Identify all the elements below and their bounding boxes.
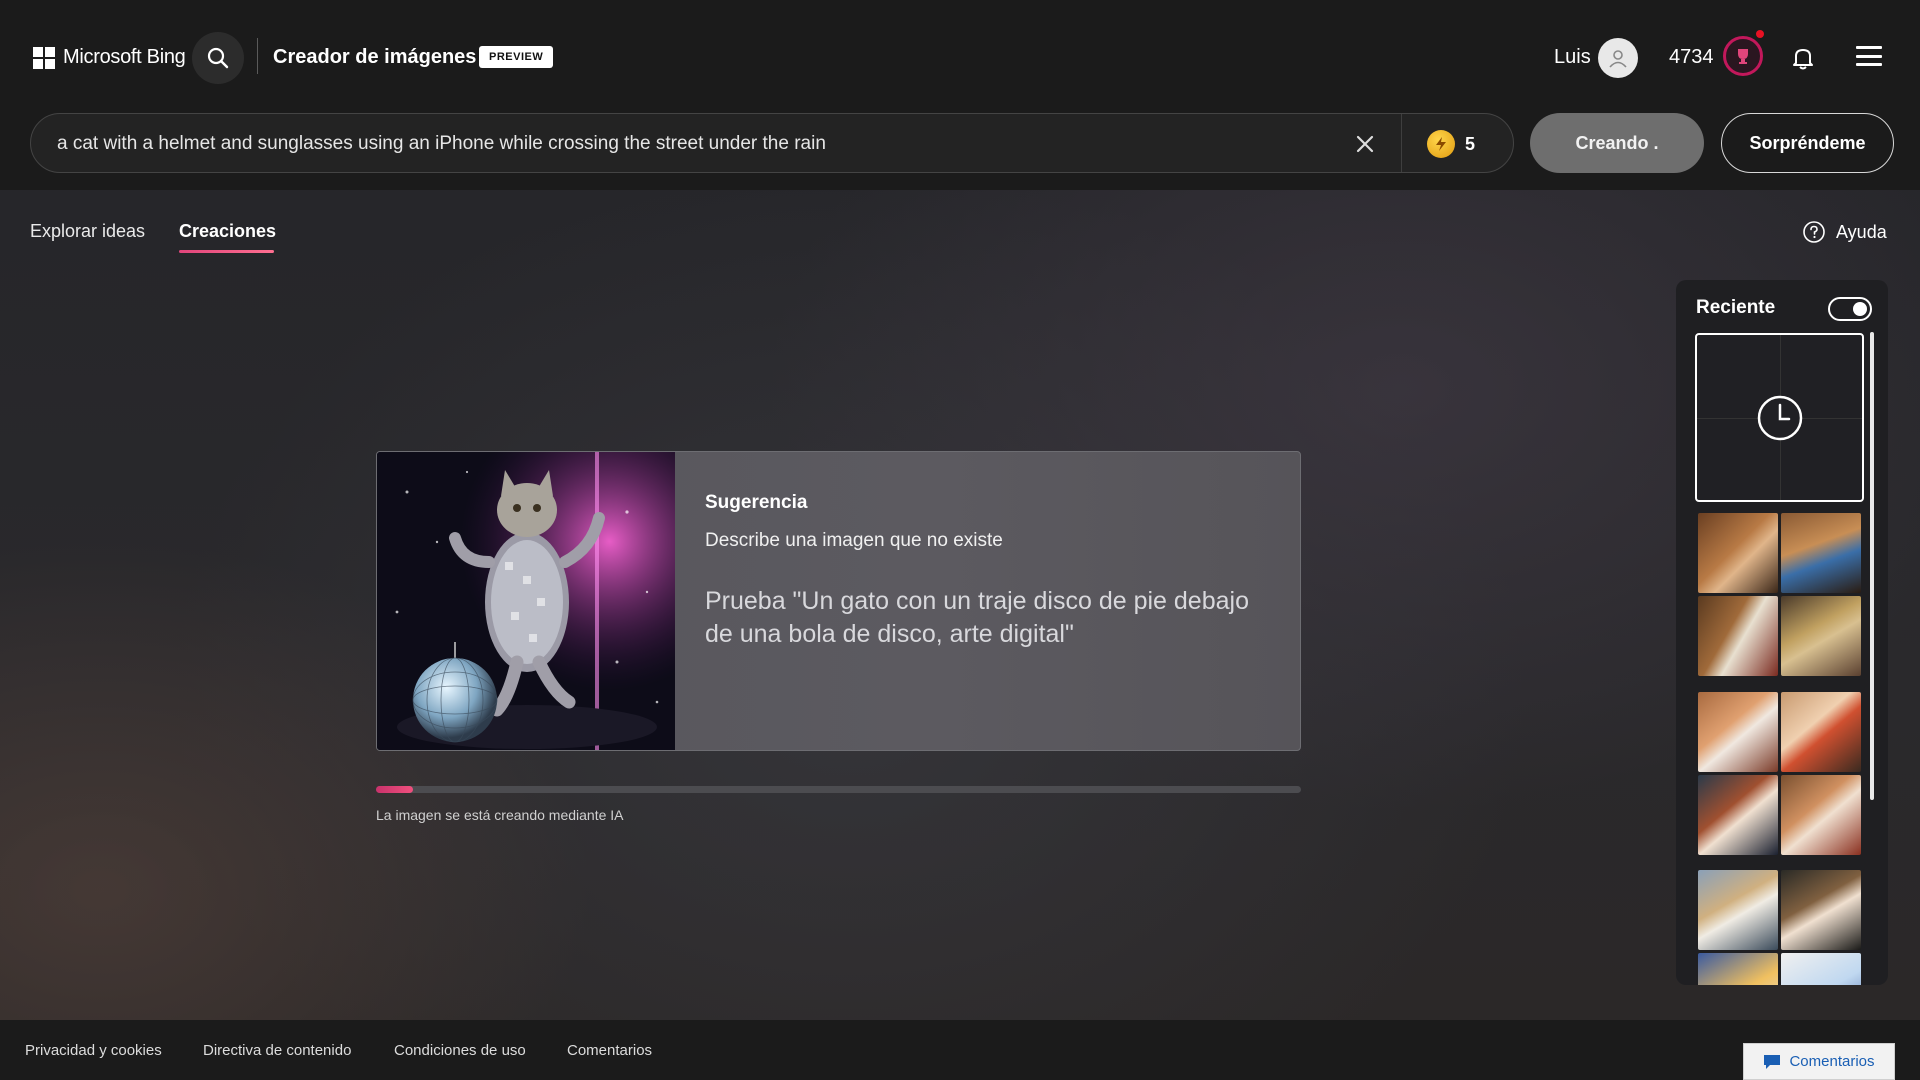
recent-title: Reciente [1696, 297, 1776, 318]
notifications-button[interactable] [1790, 44, 1816, 72]
boosts-indicator[interactable]: 5 [1427, 130, 1475, 158]
recent-thumbnail[interactable] [1781, 775, 1861, 855]
recent-thumbnail[interactable] [1698, 953, 1778, 985]
recent-thumbnail[interactable] [1781, 692, 1861, 772]
header-divider [257, 38, 258, 74]
help-link[interactable]: Ayuda [1802, 220, 1887, 244]
search-icon [207, 47, 229, 69]
chat-bubble-icon [1764, 1054, 1781, 1069]
avatar[interactable] [1598, 38, 1638, 78]
progress-fill [376, 786, 413, 793]
help-label: Ayuda [1836, 221, 1887, 242]
suggestion-quote: Prueba "Un gato con un traje disco de pi… [705, 587, 1249, 648]
boost-divider [1401, 114, 1402, 172]
recent-scrollbar[interactable] [1870, 332, 1874, 800]
preview-badge: PREVIEW [479, 46, 554, 68]
suggestion-subtitle: Describe una imagen que no existe [705, 530, 1003, 551]
footer-link-privacy[interactable]: Privacidad y cookies [25, 1042, 162, 1059]
recent-thumbnail[interactable] [1781, 953, 1861, 985]
progress-label: La imagen se está creando mediante IA [376, 807, 624, 823]
bell-icon [1793, 49, 1813, 70]
surprise-me-button[interactable]: Sorpréndeme [1721, 113, 1894, 173]
suggestion-title: Sugerencia [705, 492, 808, 513]
recent-toggle[interactable] [1828, 297, 1872, 321]
user-icon [1609, 50, 1627, 68]
clear-prompt-button[interactable] [1351, 130, 1379, 158]
footer-link-feedback[interactable]: Comentarios [567, 1042, 652, 1059]
notification-dot [1756, 30, 1764, 38]
footer-link-content-policy[interactable]: Directiva de contenido [203, 1042, 351, 1059]
recent-thumbnail[interactable] [1698, 513, 1778, 593]
clock-icon [1757, 395, 1802, 440]
rewards-points[interactable]: 4734 [1669, 46, 1714, 69]
recent-creation-set[interactable] [1698, 513, 1861, 676]
tab-creations[interactable]: Creaciones [179, 221, 276, 242]
recent-creation-set[interactable] [1698, 692, 1861, 855]
recent-thumbnail[interactable] [1698, 596, 1778, 676]
prompt-input[interactable]: a cat with a helmet and sunglasses using… [57, 133, 826, 155]
recent-thumbnail[interactable] [1698, 775, 1778, 855]
active-tab-indicator [179, 250, 274, 253]
pending-creation-tile[interactable] [1695, 333, 1864, 502]
bing-logo[interactable]: Microsoft Bing [33, 46, 186, 69]
recent-creation-set[interactable] [1698, 870, 1861, 985]
progress-bar [376, 786, 1301, 793]
boosts-count: 5 [1465, 133, 1476, 154]
create-button[interactable]: Creando . [1530, 113, 1704, 173]
page-title[interactable]: Creador de imágenes [273, 46, 476, 69]
recent-thumbnail[interactable] [1698, 870, 1778, 950]
disco-cat-image [377, 452, 675, 750]
search-button[interactable] [192, 32, 244, 84]
microsoft-logo-icon [33, 46, 55, 69]
boost-coin-icon [1427, 130, 1455, 158]
feedback-label: Comentarios [1789, 1053, 1875, 1070]
recent-thumbnail[interactable] [1781, 513, 1861, 593]
rewards-button[interactable] [1723, 36, 1763, 76]
prompt-field[interactable]: a cat with a helmet and sunglasses using… [30, 113, 1514, 173]
feedback-button[interactable]: Comentarios [1743, 1043, 1895, 1080]
recent-thumbnail[interactable] [1698, 692, 1778, 772]
recent-panel: Reciente [1676, 280, 1888, 985]
brand-name: Microsoft Bing [63, 46, 186, 68]
toggle-knob [1853, 302, 1867, 316]
suggestion-card: Sugerencia Describe una imagen que no ex… [376, 451, 1301, 751]
recent-thumbnail[interactable] [1781, 870, 1861, 950]
user-name[interactable]: Luis [1554, 46, 1591, 69]
menu-icon [1856, 46, 1882, 49]
close-icon [1356, 135, 1374, 153]
tab-explore-ideas[interactable]: Explorar ideas [30, 221, 145, 242]
help-icon [1803, 221, 1825, 243]
menu-button[interactable] [1856, 46, 1882, 66]
recent-thumbnail[interactable] [1781, 596, 1861, 676]
footer-link-terms[interactable]: Condiciones de uso [394, 1042, 526, 1059]
trophy-icon [1738, 49, 1748, 64]
